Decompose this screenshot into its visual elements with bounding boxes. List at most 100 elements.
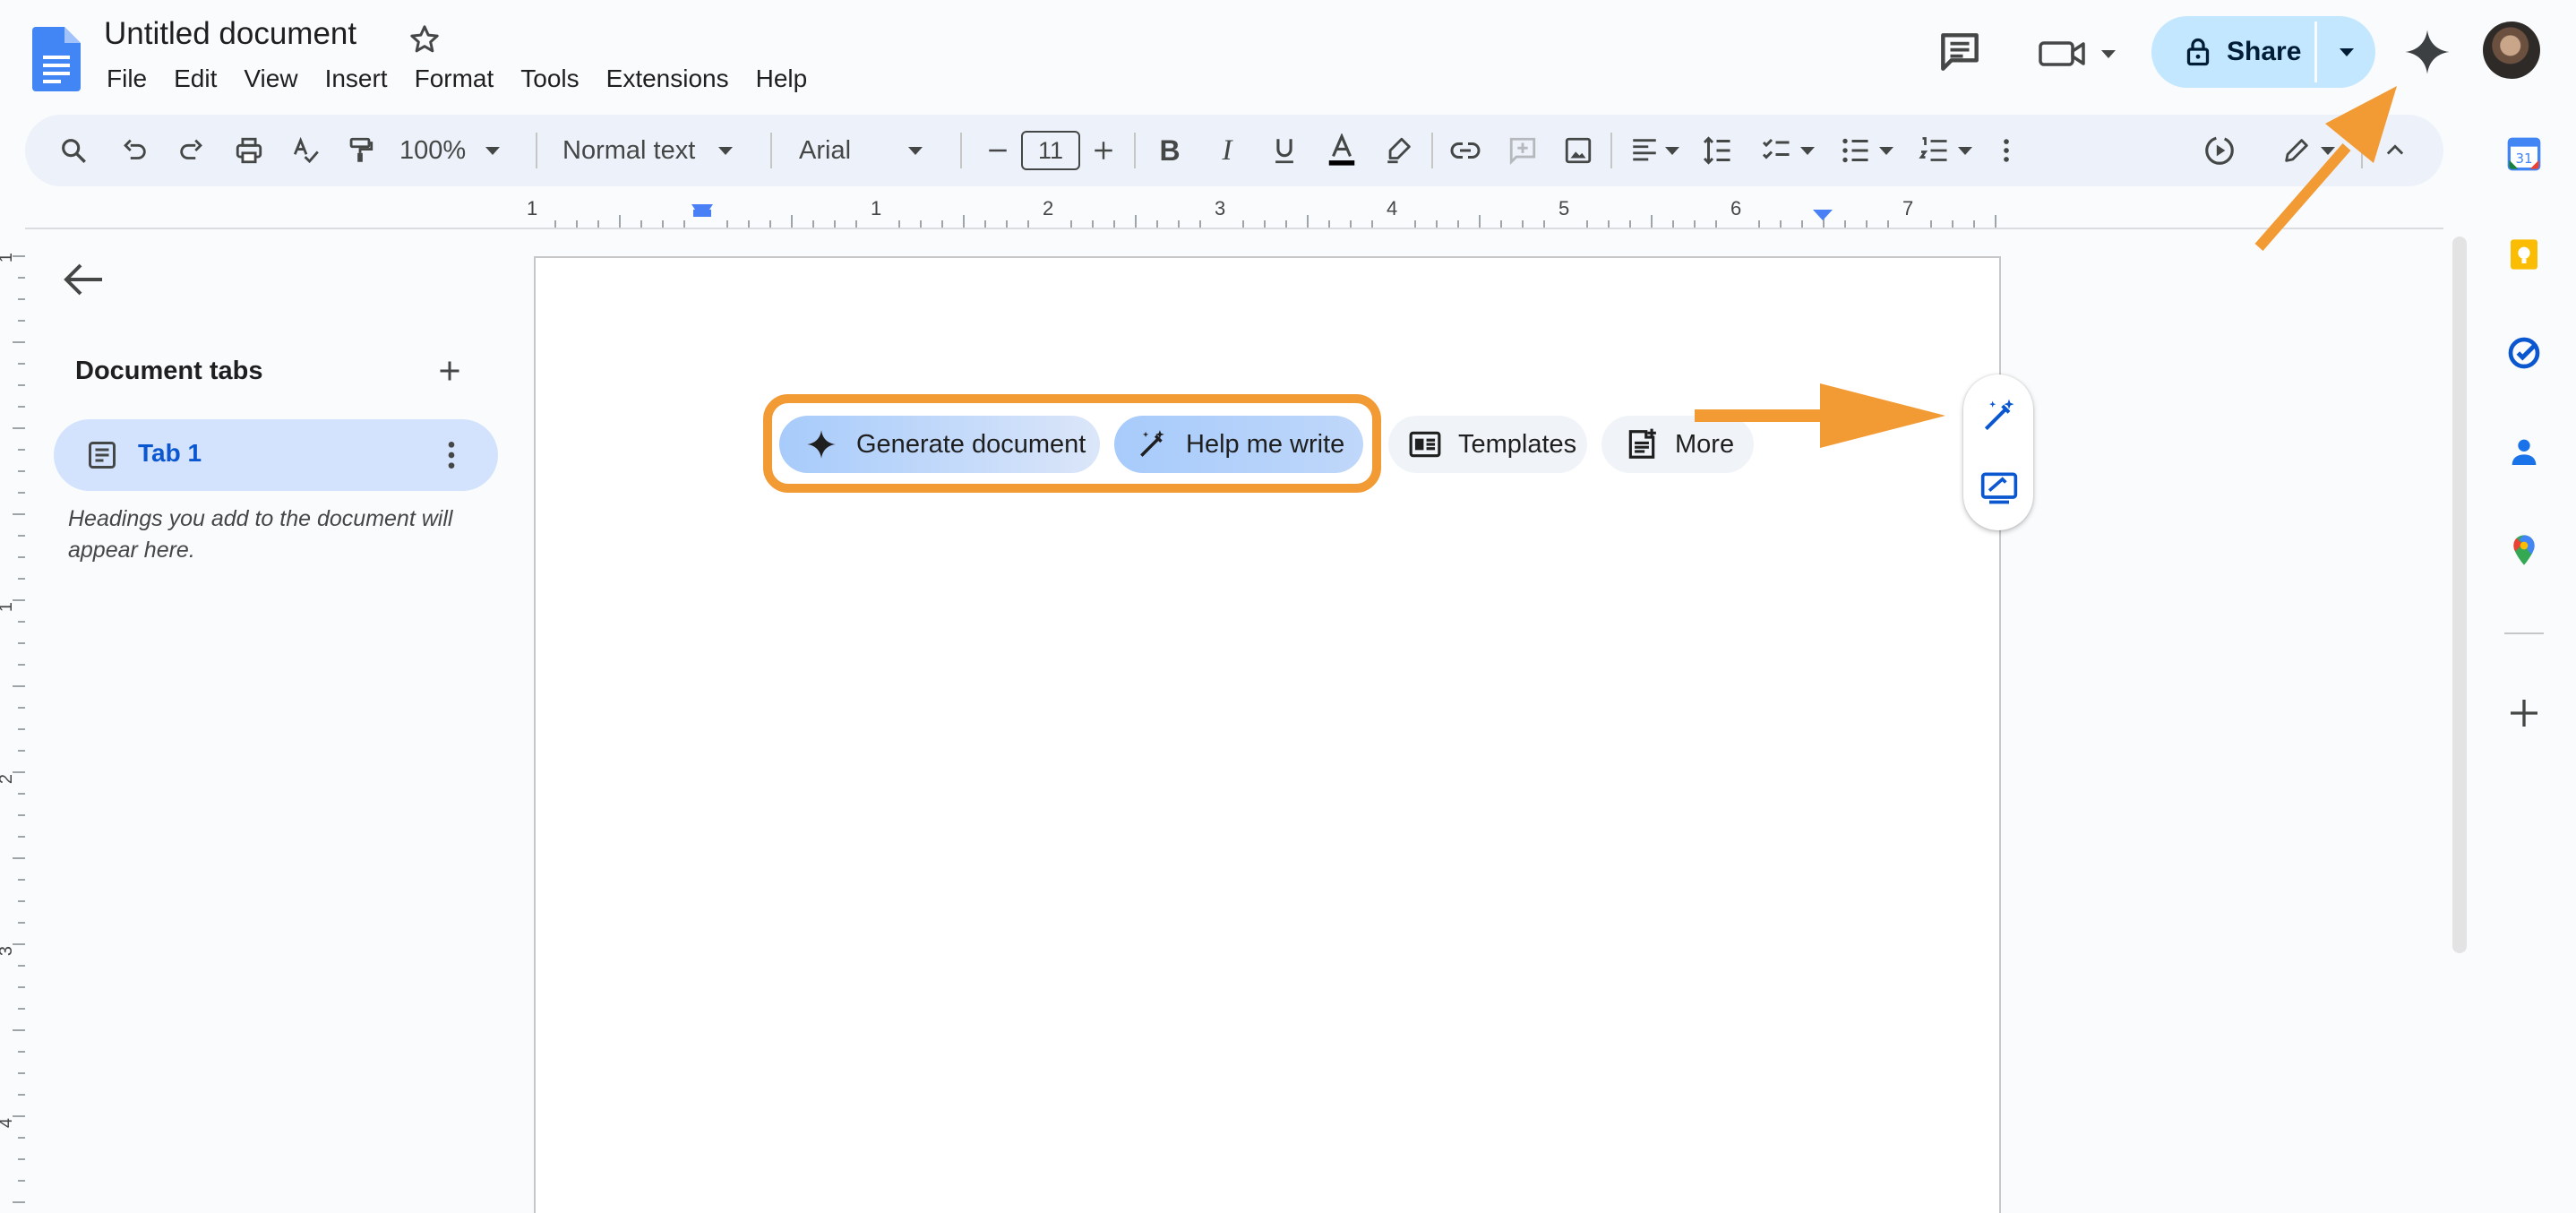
ruler-label: 4	[1387, 197, 1398, 219]
redo-icon[interactable]	[170, 115, 213, 186]
keep-icon[interactable]	[2506, 237, 2542, 272]
share-label: Share	[2227, 37, 2302, 66]
menu-format[interactable]: Format	[401, 61, 508, 100]
horizontal-ruler[interactable]: 1 1 2 3 4 5 6 7	[0, 197, 2454, 229]
editing-mode-icon[interactable]	[2194, 115, 2245, 186]
magic-pen-icon[interactable]	[1979, 396, 2019, 435]
toolbar-divider	[536, 133, 537, 168]
style-value: Normal text	[562, 135, 696, 165]
ruler-label: 2	[1043, 197, 1054, 219]
vertical-ruler[interactable]: 1 2 3 4 1	[0, 229, 25, 1211]
toolbar-divider	[770, 133, 772, 168]
chevron-down-icon	[1665, 146, 1679, 155]
link-icon[interactable]	[1444, 115, 1487, 186]
zoom-value: 100%	[399, 135, 467, 165]
chevron-down-icon	[908, 146, 923, 155]
ruler-label: 3	[1215, 197, 1226, 219]
menu-edit[interactable]: Edit	[160, 61, 230, 100]
document-tabs-title: Document tabs	[75, 357, 263, 385]
chevron-down-icon	[718, 146, 734, 155]
generate-document-chip[interactable]: Generate document	[779, 416, 1100, 473]
font-size-value: 11	[1037, 136, 1064, 164]
avatar[interactable]	[2483, 22, 2540, 79]
templates-chip[interactable]: Templates	[1388, 416, 1587, 473]
comment-icon[interactable]	[1935, 27, 1985, 77]
tabs-hint-text: Headings you add to the document will ap…	[68, 506, 453, 563]
more-vert-icon[interactable]	[434, 437, 469, 473]
menu-file[interactable]: File	[93, 61, 160, 100]
highlight-icon[interactable]	[1378, 115, 1421, 186]
floating-toolbar	[1963, 374, 2033, 530]
decrease-font-size-button[interactable]	[978, 115, 1018, 186]
menu-extensions[interactable]: Extensions	[593, 61, 743, 100]
ruler-label: 3	[0, 946, 17, 956]
toolbar: 100% Normal text Arial 11 B I	[25, 115, 2443, 186]
paint-format-icon[interactable]	[339, 115, 382, 186]
tab-item-tab-1[interactable]: Tab 1	[54, 419, 498, 491]
more-chip[interactable]: More	[1601, 416, 1754, 473]
line-spacing-icon[interactable]	[1695, 115, 1741, 186]
menu-bar: File Edit View Insert Format Tools Exten…	[93, 61, 820, 100]
increase-font-size-button[interactable]	[1084, 115, 1123, 186]
share-button[interactable]: Share	[2151, 16, 2313, 88]
calendar-icon[interactable]: 31	[2506, 136, 2542, 172]
ruler-label: 1	[871, 197, 882, 219]
maps-icon[interactable]	[2506, 532, 2542, 568]
print-icon[interactable]	[228, 115, 270, 186]
ruler-label: 6	[1730, 197, 1742, 219]
checklist-icon[interactable]	[1752, 115, 1824, 186]
zoom-select[interactable]: 100%	[399, 115, 507, 186]
toolbar-divider	[1610, 133, 1612, 168]
gemini-icon[interactable]	[2402, 25, 2452, 79]
menu-tools[interactable]: Tools	[507, 61, 592, 100]
add-tab-icon[interactable]	[434, 353, 466, 389]
contacts-icon[interactable]	[2506, 434, 2542, 469]
back-arrow-icon[interactable]	[63, 262, 106, 297]
menu-insert[interactable]: Insert	[312, 61, 401, 100]
side-panel: 31	[2472, 125, 2576, 1211]
collapse-icon[interactable]	[2374, 115, 2417, 186]
search-icon[interactable]	[52, 115, 95, 186]
document-title[interactable]: Untitled document	[104, 16, 356, 52]
add-icon[interactable]	[2506, 695, 2542, 731]
share-dropdown-button[interactable]	[2318, 16, 2375, 88]
templates-label: Templates	[1458, 429, 1577, 459]
chevron-down-icon	[1879, 146, 1893, 155]
font-size-input[interactable]: 11	[1019, 115, 1082, 186]
toolbar-divider	[1134, 133, 1136, 168]
ruler-label: 1	[0, 253, 17, 262]
toolbar-divider	[960, 133, 962, 168]
font-select[interactable]: Arial	[799, 115, 960, 186]
undo-icon[interactable]	[113, 115, 156, 186]
chevron-down-icon	[485, 146, 501, 155]
menu-view[interactable]: View	[230, 61, 311, 100]
chevron-down-icon	[2340, 47, 2354, 56]
more-label: More	[1675, 429, 1735, 459]
add-comment-icon[interactable]	[1501, 115, 1544, 186]
numbered-list-icon[interactable]	[1910, 115, 1981, 186]
style-select[interactable]: Normal text	[562, 115, 777, 186]
meet-icon[interactable]	[2035, 29, 2125, 79]
text-color-icon[interactable]	[1320, 115, 1363, 186]
tasks-icon[interactable]	[2506, 335, 2542, 371]
svg-text:31: 31	[2515, 151, 2532, 167]
spellcheck-icon[interactable]	[285, 115, 328, 186]
ruler-baseline	[25, 228, 2443, 229]
chevron-down-icon	[1800, 146, 1815, 155]
italic-icon[interactable]: I	[1206, 115, 1249, 186]
docs-logo-icon[interactable]	[32, 27, 81, 91]
bold-icon[interactable]: B	[1148, 115, 1191, 186]
underline-icon[interactable]	[1263, 115, 1306, 186]
edit-mode-button[interactable]	[2268, 115, 2348, 186]
vertical-scrollbar[interactable]	[2452, 237, 2467, 953]
image-generate-icon[interactable]	[1979, 468, 2019, 507]
help-me-write-chip[interactable]: Help me write	[1114, 416, 1363, 473]
align-icon[interactable]	[1621, 115, 1687, 186]
tab-label: Tab 1	[138, 439, 202, 467]
menu-help[interactable]: Help	[743, 61, 821, 100]
more-vert-icon[interactable]	[1988, 115, 2024, 186]
bullet-list-icon[interactable]	[1831, 115, 1902, 186]
star-icon[interactable]	[407, 22, 442, 57]
side-panel-divider	[2504, 632, 2544, 634]
image-icon[interactable]	[1557, 115, 1600, 186]
